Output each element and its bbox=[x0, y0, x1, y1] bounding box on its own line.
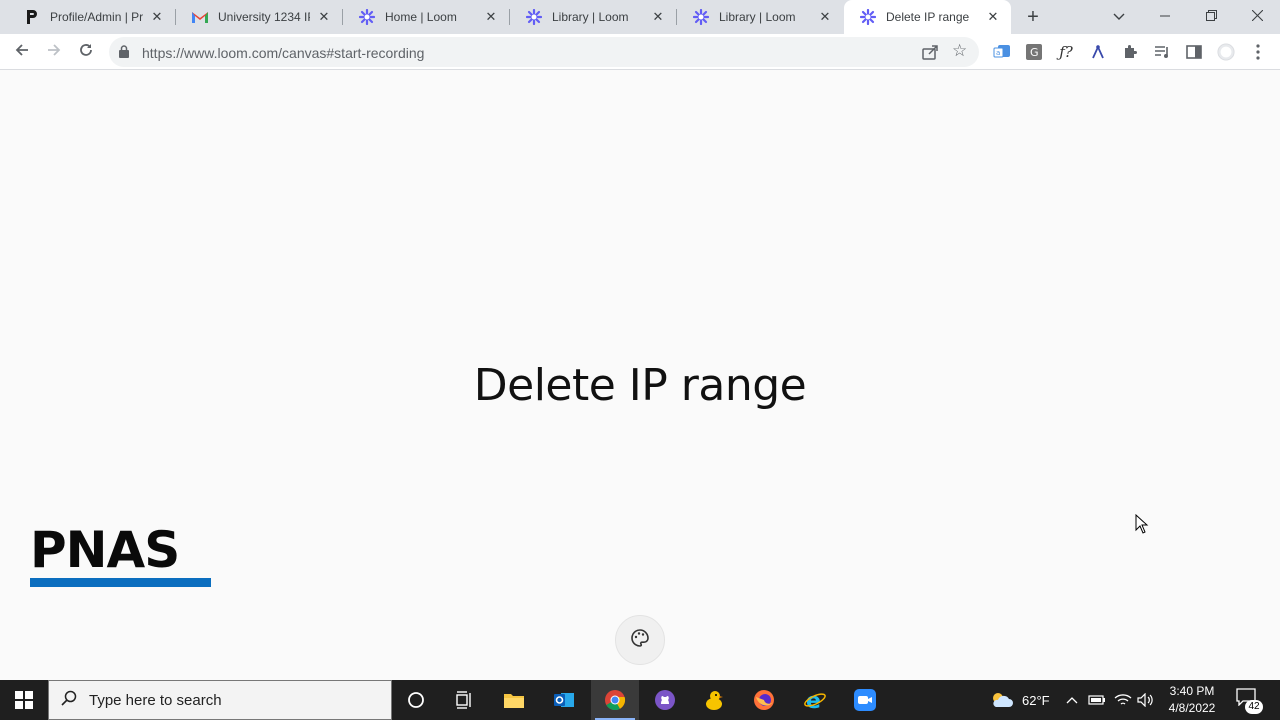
notification-badge: 42 bbox=[1245, 700, 1263, 714]
outlook-icon[interactable] bbox=[540, 680, 588, 720]
bookmark-star-icon[interactable]: ☆ bbox=[952, 41, 967, 61]
clock-date: 4/8/2022 bbox=[1168, 701, 1216, 715]
extension-formula-icon[interactable]: ƒ? bbox=[1057, 43, 1075, 61]
close-icon[interactable]: ✕ bbox=[483, 9, 499, 25]
loom-icon bbox=[693, 9, 709, 25]
system-clock[interactable]: 3:40 PM 4/8/2022 bbox=[1160, 683, 1224, 717]
reload-button[interactable] bbox=[76, 42, 96, 62]
chevron-up-icon bbox=[1066, 697, 1078, 704]
extension-translate-icon[interactable]: a bbox=[993, 43, 1011, 61]
extension-git-icon[interactable] bbox=[1089, 43, 1107, 61]
tab-search-icon[interactable] bbox=[1109, 7, 1129, 27]
task-view-button[interactable] bbox=[440, 680, 488, 720]
browser-chrome: Profile/Admin | Pro ✕ University 1234 IP… bbox=[0, 0, 1280, 70]
wifi-icon[interactable] bbox=[1114, 680, 1132, 720]
weather-temp: 62°F bbox=[1022, 692, 1050, 708]
search-placeholder: Type here to search bbox=[89, 691, 222, 709]
tab-title: Library | Loom bbox=[552, 10, 629, 24]
cortana-circle-icon bbox=[408, 692, 424, 708]
clock-time: 3:40 PM bbox=[1169, 684, 1215, 698]
close-icon[interactable]: ✕ bbox=[985, 9, 1001, 25]
canvas-heading: Delete IP range bbox=[473, 360, 807, 411]
cloud-sun-icon bbox=[993, 693, 1013, 707]
close-icon[interactable]: ✕ bbox=[817, 9, 833, 25]
share-icon[interactable] bbox=[921, 43, 939, 66]
task-view-icon bbox=[456, 691, 471, 709]
file-explorer-icon[interactable] bbox=[490, 680, 538, 720]
loom-icon bbox=[860, 9, 876, 25]
loom-icon bbox=[359, 9, 375, 25]
weather-widget[interactable]: 62°F bbox=[990, 680, 1050, 720]
tab-title: Home | Loom bbox=[385, 10, 457, 24]
restore-button[interactable] bbox=[1201, 7, 1221, 27]
close-icon[interactable]: ✕ bbox=[316, 9, 332, 25]
taskbar-search-box[interactable]: Type here to search bbox=[48, 680, 392, 720]
pnas-logo-bar bbox=[30, 578, 211, 587]
browser-toolbar: https://www.loom.com/canvas#start-record… bbox=[0, 34, 1280, 70]
pnas-logo-text: PNAS bbox=[30, 521, 180, 579]
forward-button[interactable] bbox=[44, 42, 64, 62]
svg-text:G: G bbox=[1030, 46, 1039, 59]
windows-logo-icon bbox=[15, 691, 33, 709]
close-icon[interactable]: ✕ bbox=[650, 9, 666, 25]
palette-button[interactable] bbox=[615, 615, 665, 665]
search-icon bbox=[61, 690, 77, 711]
internet-explorer-icon[interactable]: e bbox=[791, 680, 839, 720]
tab-title: University 1234 IP R bbox=[218, 10, 310, 24]
start-button[interactable] bbox=[0, 680, 48, 720]
show-hidden-icons-button[interactable] bbox=[1066, 680, 1078, 720]
tab-profile-admin[interactable]: Profile/Admin | Pro ✕ bbox=[8, 0, 175, 34]
svg-text:a: a bbox=[996, 49, 1000, 57]
cortana-button[interactable] bbox=[392, 680, 440, 720]
browser-menu-icon[interactable] bbox=[1249, 43, 1267, 61]
address-bar[interactable]: https://www.loom.com/canvas#start-record… bbox=[109, 37, 979, 67]
tab-title: Library | Loom bbox=[719, 10, 796, 24]
new-tab-button[interactable]: + bbox=[1023, 7, 1043, 27]
firefox-icon[interactable] bbox=[740, 680, 788, 720]
windows-taskbar: Type here to search e 62°F 3:40 PM 4/8/2… bbox=[0, 680, 1280, 720]
tab-strip: Profile/Admin | Pro ✕ University 1234 IP… bbox=[0, 0, 1280, 34]
palette-icon bbox=[630, 628, 650, 653]
chrome-icon[interactable] bbox=[591, 680, 639, 720]
profile-avatar[interactable] bbox=[1217, 43, 1235, 61]
close-window-button[interactable] bbox=[1247, 7, 1267, 27]
mouse-cursor-icon bbox=[1135, 513, 1149, 539]
battery-icon[interactable] bbox=[1088, 680, 1106, 720]
side-panel-icon[interactable] bbox=[1185, 43, 1203, 61]
loom-canvas: Delete IP range PNAS bbox=[0, 70, 1280, 680]
gmail-icon bbox=[192, 9, 208, 25]
tab-library-loom-2[interactable]: Library | Loom ✕ bbox=[677, 0, 843, 34]
tab-delete-ip-range[interactable]: Delete IP range ✕ bbox=[844, 0, 1011, 34]
tab-library-loom[interactable]: Library | Loom ✕ bbox=[510, 0, 676, 34]
zoom-icon[interactable] bbox=[841, 680, 889, 720]
lock-icon[interactable] bbox=[119, 45, 129, 63]
url-text[interactable]: https://www.loom.com/canvas#start-record… bbox=[142, 45, 424, 61]
close-icon[interactable]: ✕ bbox=[149, 9, 165, 25]
tab-title: Delete IP range bbox=[886, 10, 970, 24]
pnas-logo: PNAS bbox=[30, 525, 211, 587]
media-control-icon[interactable] bbox=[1153, 43, 1171, 61]
extension-g-icon[interactable]: G bbox=[1025, 43, 1043, 61]
extensions-puzzle-icon[interactable] bbox=[1121, 43, 1139, 61]
minimize-button[interactable] bbox=[1155, 7, 1175, 27]
back-button[interactable] bbox=[12, 42, 32, 62]
tab-home-loom[interactable]: Home | Loom ✕ bbox=[343, 0, 509, 34]
volume-icon[interactable] bbox=[1137, 680, 1155, 720]
p-icon bbox=[24, 9, 40, 25]
loom-icon bbox=[526, 9, 542, 25]
tab-title: Profile/Admin | Pro bbox=[50, 10, 143, 24]
tab-university-ip[interactable]: University 1234 IP R ✕ bbox=[176, 0, 342, 34]
github-desktop-icon[interactable] bbox=[641, 680, 689, 720]
action-center-button[interactable]: 42 bbox=[1236, 688, 1263, 714]
duck-app-icon[interactable] bbox=[690, 680, 738, 720]
